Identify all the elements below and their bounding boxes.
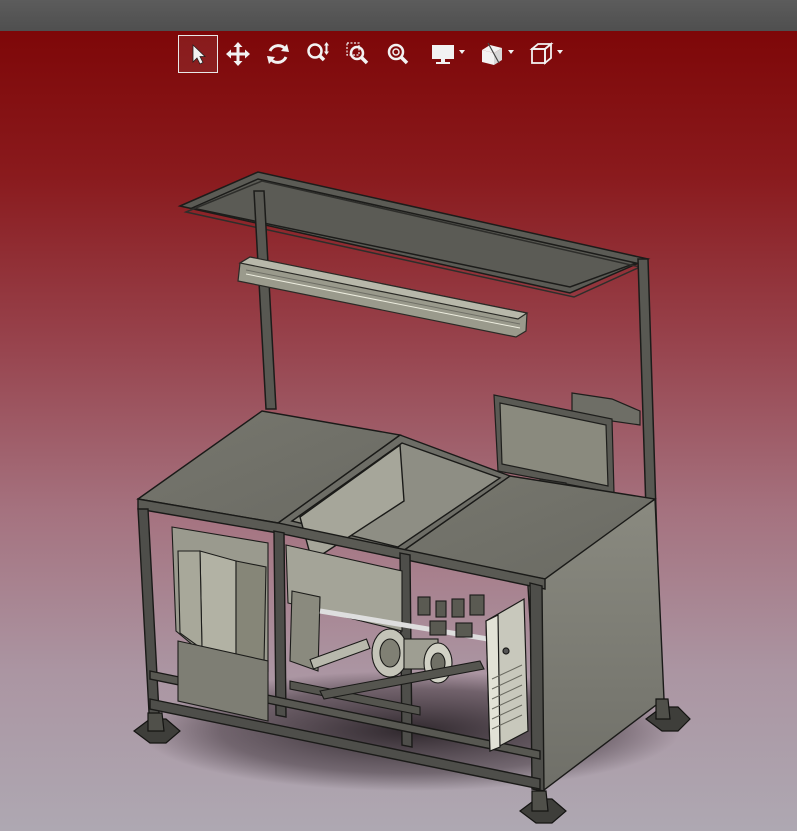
pc-tower [485,597,529,752]
zoom-fit-button[interactable] [378,35,418,73]
section-view-button[interactable] [467,35,516,73]
rotate-tool-button[interactable] [258,35,298,73]
window-title-bar [0,0,797,32]
zoom-area-button[interactable] [338,35,378,73]
pan-tool-button[interactable] [218,35,258,73]
workbench-3d-model[interactable] [0,31,797,831]
select-tool-button[interactable] [178,35,218,73]
storage-bin [171,526,269,722]
zoom-in-out-icon [307,42,329,62]
rotate-icon [267,44,289,64]
view-orientation-button[interactable] [516,35,565,73]
display-mode-button[interactable] [418,35,467,73]
chevron-down-icon [557,50,563,54]
zoom-in-out-button[interactable] [298,35,338,73]
chevron-down-icon [508,50,514,54]
section-view-icon [481,42,502,65]
zoom-area-icon [346,42,369,65]
3d-viewport[interactable] [0,31,797,831]
zoom-fit-icon [387,43,409,65]
chevron-down-icon [459,50,465,54]
display-mode-icon [431,45,454,64]
view-cube-icon [529,42,553,65]
select-arrow-icon [192,44,206,65]
pan-move-icon [226,42,250,66]
view-toolbar [178,35,565,73]
